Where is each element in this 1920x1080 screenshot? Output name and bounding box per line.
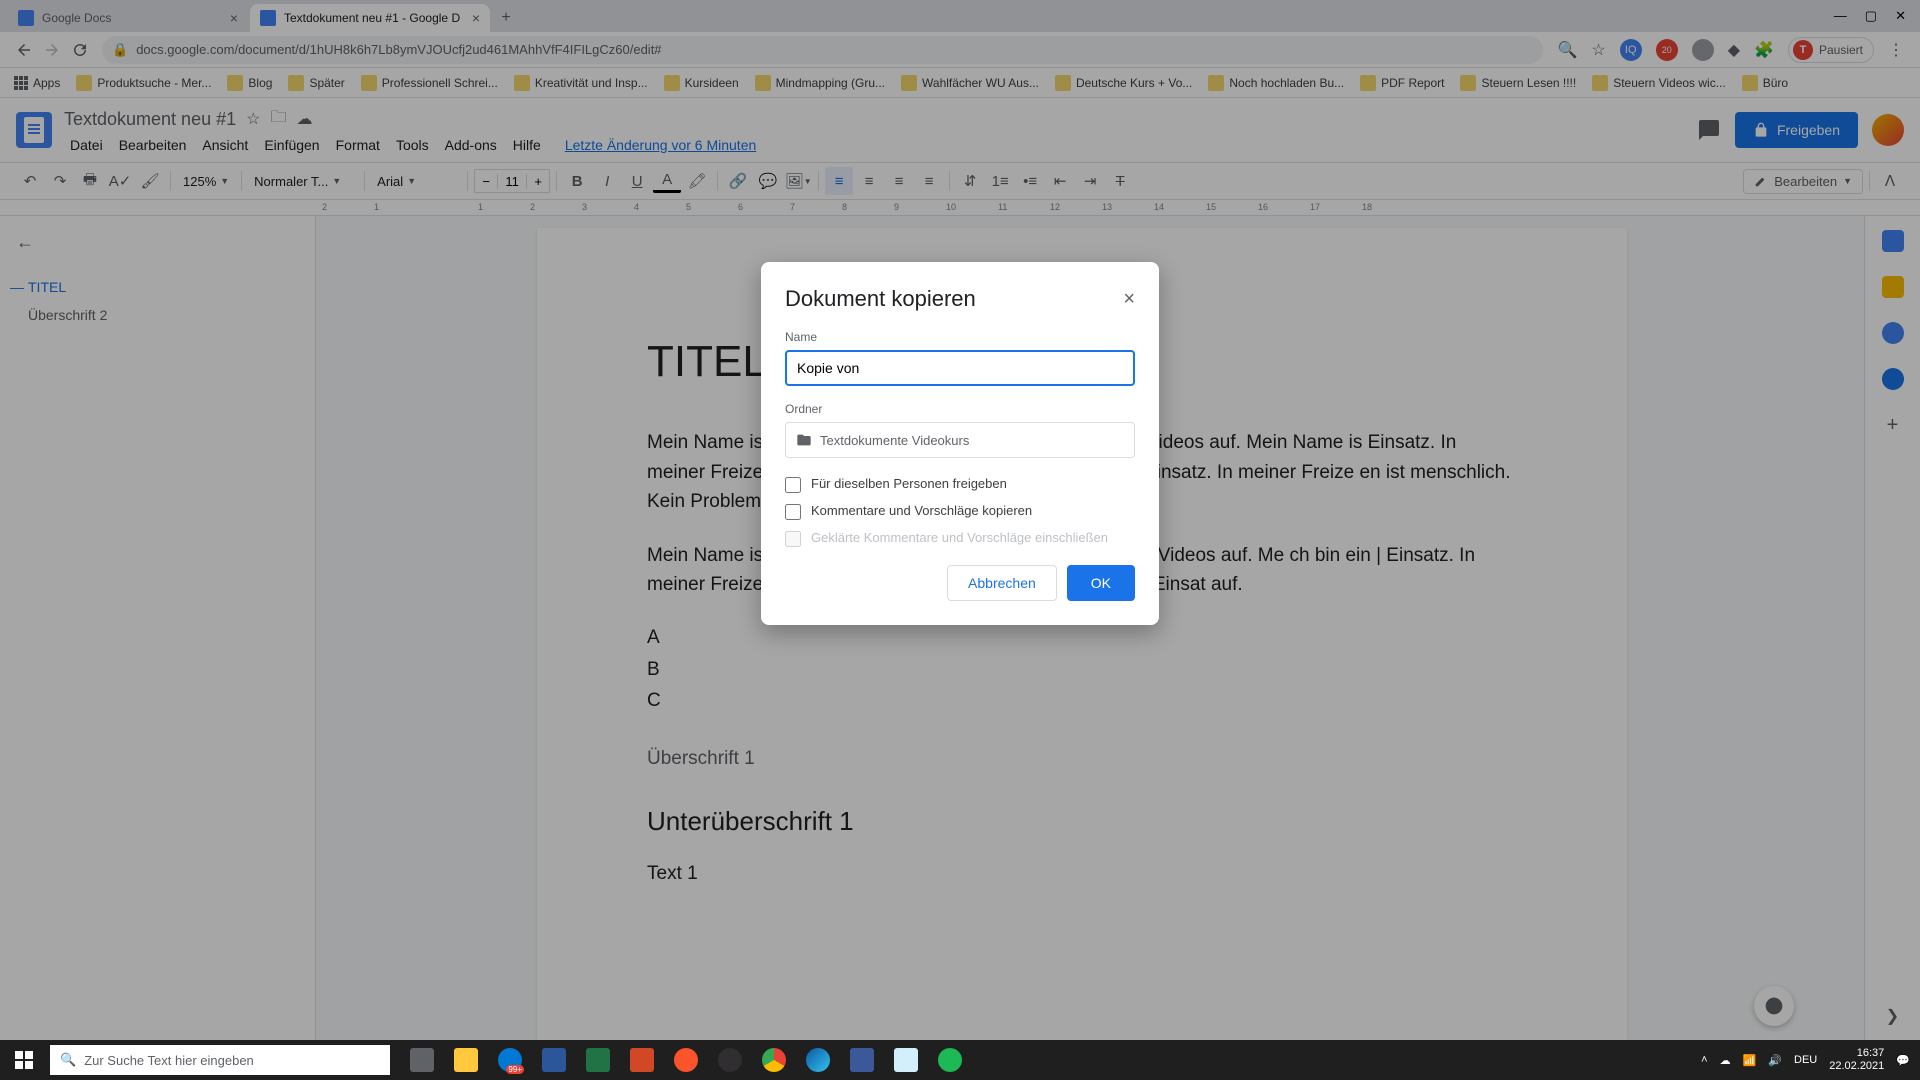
folder-select[interactable]: Textdokumente Videokurs [785,422,1135,458]
task-view-button[interactable] [400,1040,444,1080]
search-icon: 🔍 [60,1052,76,1068]
edge-icon[interactable] [796,1040,840,1080]
edge-old-icon[interactable]: 99+ [488,1040,532,1080]
tray-chevron-icon[interactable]: ˄ [1701,1054,1707,1066]
excel-icon[interactable] [576,1040,620,1080]
app-icon[interactable] [840,1040,884,1080]
windows-taskbar: 🔍 Zur Suche Text hier eingeben 99+ ˄ ☁ 📶… [0,1040,1920,1080]
chrome-icon[interactable] [752,1040,796,1080]
copy-document-dialog: Dokument kopieren × Name Ordner Textdoku… [761,262,1159,625]
include-resolved-checkbox: Geklärte Kommentare und Vorschläge einsc… [785,530,1135,547]
system-tray: ˄ ☁ 📶 🔊 DEU 16:37 22.02.2021 💬 [1691,1047,1920,1073]
search-placeholder: Zur Suche Text hier eingeben [84,1053,254,1068]
brave-icon[interactable] [664,1040,708,1080]
dialog-title: Dokument kopieren [785,286,1123,312]
obs-icon[interactable] [708,1040,752,1080]
share-same-people-checkbox[interactable]: Für dieselben Personen freigeben [785,476,1135,493]
ok-button[interactable]: OK [1067,565,1135,601]
spotify-icon[interactable] [928,1040,972,1080]
notifications-icon[interactable]: 💬 [1896,1054,1910,1067]
folder-icon [796,432,812,448]
taskbar-search[interactable]: 🔍 Zur Suche Text hier eingeben [50,1045,390,1075]
copy-comments-checkbox[interactable]: Kommentare und Vorschläge kopieren [785,503,1135,520]
language-indicator[interactable]: DEU [1794,1054,1817,1066]
onedrive-icon[interactable]: ☁ [1720,1054,1731,1067]
explorer-icon[interactable] [444,1040,488,1080]
close-dialog-button[interactable]: × [1123,288,1135,311]
copy-name-input[interactable] [785,350,1135,386]
wifi-icon[interactable]: 📶 [1743,1054,1757,1067]
taskbar-apps: 99+ [400,1040,972,1080]
notepad-icon[interactable] [884,1040,928,1080]
folder-label: Ordner [785,402,1135,416]
powerpoint-icon[interactable] [620,1040,664,1080]
volume-icon[interactable]: 🔊 [1768,1054,1782,1067]
start-button[interactable] [0,1040,48,1080]
word-icon[interactable] [532,1040,576,1080]
folder-name: Textdokumente Videokurs [820,433,969,448]
name-label: Name [785,330,1135,344]
clock[interactable]: 16:37 22.02.2021 [1829,1047,1884,1073]
cancel-button[interactable]: Abbrechen [947,565,1057,601]
modal-scrim[interactable]: Dokument kopieren × Name Ordner Textdoku… [0,0,1920,1080]
